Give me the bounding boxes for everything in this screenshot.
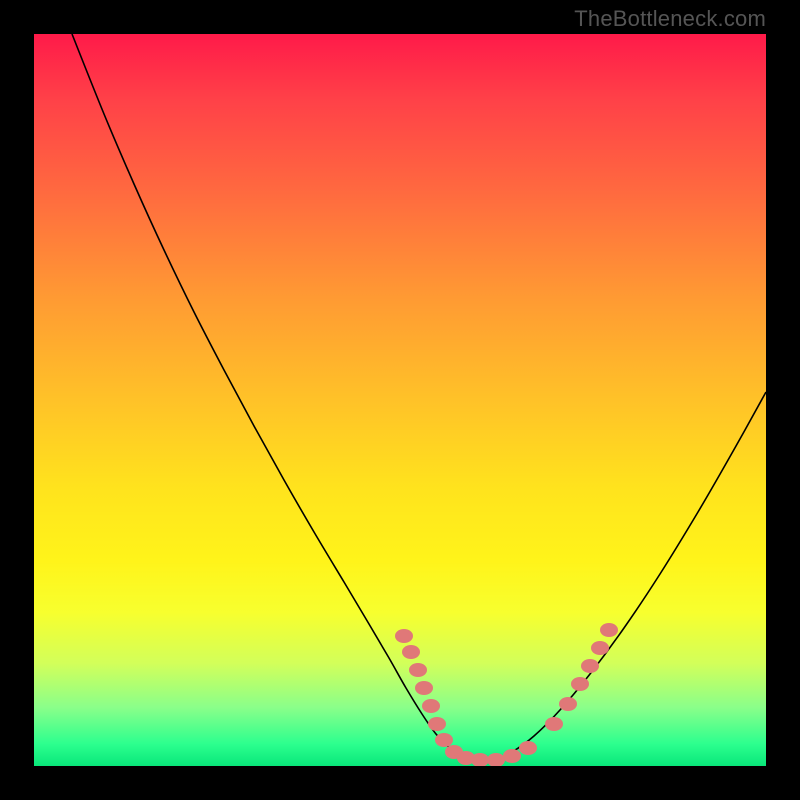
highlight-dot (581, 659, 599, 673)
highlight-dot (487, 753, 505, 766)
highlight-dot (428, 717, 446, 731)
highlight-dot (571, 677, 589, 691)
highlight-dot (415, 681, 433, 695)
plot-area (34, 34, 766, 766)
highlight-dots-group (395, 623, 618, 766)
highlight-dot (591, 641, 609, 655)
highlight-dot (503, 749, 521, 763)
highlight-dot (559, 697, 577, 711)
watermark-text: TheBottleneck.com (574, 6, 766, 32)
highlight-dot (600, 623, 618, 637)
highlight-dot (395, 629, 413, 643)
chart-frame: TheBottleneck.com (0, 0, 800, 800)
highlight-dot (519, 741, 537, 755)
curve-svg (34, 34, 766, 766)
highlight-dot (402, 645, 420, 659)
highlight-dot (409, 663, 427, 677)
highlight-dot (435, 733, 453, 747)
highlight-dot (545, 717, 563, 731)
highlight-dot (422, 699, 440, 713)
